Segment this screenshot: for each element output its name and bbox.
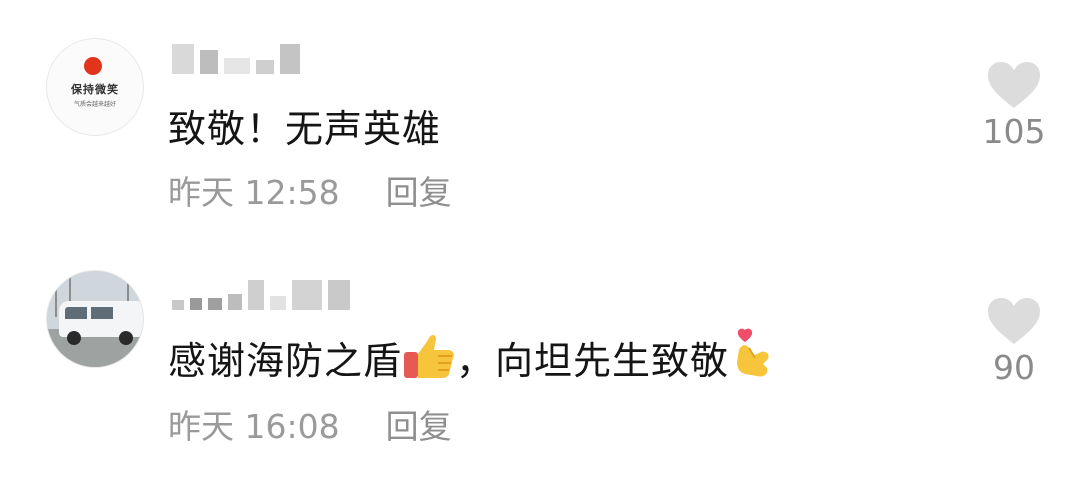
finger-heart-icon [729, 328, 775, 389]
avatar-subtext: 气质会越来越好 [73, 101, 116, 108]
like-button[interactable]: 105 [966, 60, 1062, 151]
like-count: 105 [982, 112, 1046, 151]
username-blurred[interactable] [172, 44, 300, 74]
comment-item: 保持微笑 气质会越来越好 致敬！无声英雄 昨天 12:58 回复 105 [0, 0, 1080, 240]
comment-text-part: 感谢海防之盾 [168, 339, 403, 383]
comment-text-part: ，向坦先生致敬 [456, 339, 730, 383]
comment-text: 感谢海防之盾 ，向坦先生致敬 [168, 328, 775, 389]
heart-icon [988, 298, 1040, 344]
comment-item: 感谢海防之盾 ，向坦先生致敬 昨天 16:08 回复 90 [0, 244, 1080, 484]
timestamp: 昨天 12:58 [168, 173, 340, 212]
like-button[interactable]: 90 [966, 296, 1062, 387]
avatar-text: 保持微笑 [71, 83, 119, 96]
comment-text: 致敬！无声英雄 [168, 107, 442, 151]
reply-button[interactable]: 回复 [386, 173, 452, 212]
avatar[interactable] [46, 270, 144, 368]
thumbs-up-icon [402, 330, 456, 389]
avatar[interactable]: 保持微笑 气质会越来越好 [46, 38, 144, 136]
timestamp: 昨天 16:08 [168, 407, 340, 446]
username-blurred[interactable] [172, 280, 350, 310]
comment-meta: 昨天 16:08 回复 [168, 400, 452, 448]
reply-button[interactable]: 回复 [386, 407, 452, 446]
like-count: 90 [993, 348, 1035, 387]
heart-icon [988, 62, 1040, 108]
comment-meta: 昨天 12:58 回复 [168, 166, 452, 214]
red-dot-graphic [84, 57, 102, 75]
